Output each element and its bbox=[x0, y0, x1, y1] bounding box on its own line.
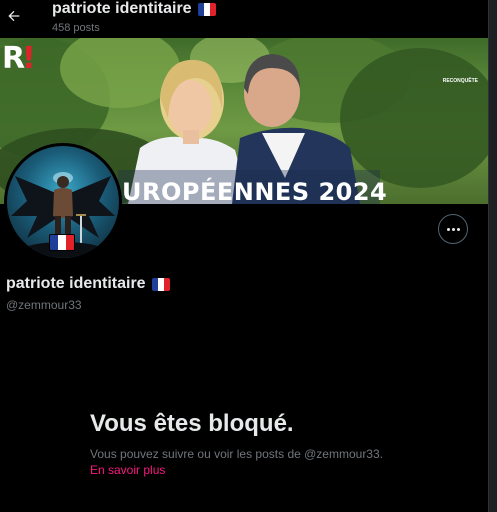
logo-caption: RECONQUÊTE bbox=[442, 78, 478, 84]
french-flag-icon bbox=[197, 2, 216, 16]
blocked-message-block: Vous pouvez suivre ou voir les posts de … bbox=[90, 446, 390, 478]
more-dot bbox=[451, 227, 455, 231]
blocked-message: Vous pouvez suivre ou voir les posts de … bbox=[90, 447, 383, 461]
blocked-title: Vous êtes bloqué. bbox=[90, 410, 294, 437]
display-name-row: patriote identitaire bbox=[6, 275, 170, 293]
posts-count: 458 posts bbox=[52, 22, 100, 34]
handle: @zemmour33 bbox=[6, 298, 82, 312]
window-edge bbox=[488, 0, 497, 512]
arrow-left-icon bbox=[8, 10, 20, 22]
header-title: patriote identitaire bbox=[52, 0, 192, 17]
header-title-row: patriote identitaire bbox=[52, 0, 216, 18]
profile-page: patriote identitaire 458 posts UROPÉENNE… bbox=[0, 0, 497, 512]
more-horizontal-icon bbox=[446, 227, 450, 231]
more-options-button[interactable] bbox=[438, 214, 468, 244]
banner-slogan: UROPÉENNES 2024 bbox=[122, 178, 388, 204]
french-flag-icon bbox=[151, 277, 170, 291]
reconquete-logo-icon: R ! bbox=[2, 41, 36, 76]
avatar-french-flag-icon bbox=[49, 234, 75, 251]
top-bar: patriote identitaire 458 posts bbox=[0, 0, 488, 38]
back-button[interactable] bbox=[2, 4, 26, 28]
learn-more-link[interactable]: En savoir plus bbox=[90, 463, 165, 477]
svg-text:!: ! bbox=[22, 41, 36, 76]
display-name: patriote identitaire bbox=[6, 275, 146, 292]
more-dot bbox=[456, 227, 460, 231]
